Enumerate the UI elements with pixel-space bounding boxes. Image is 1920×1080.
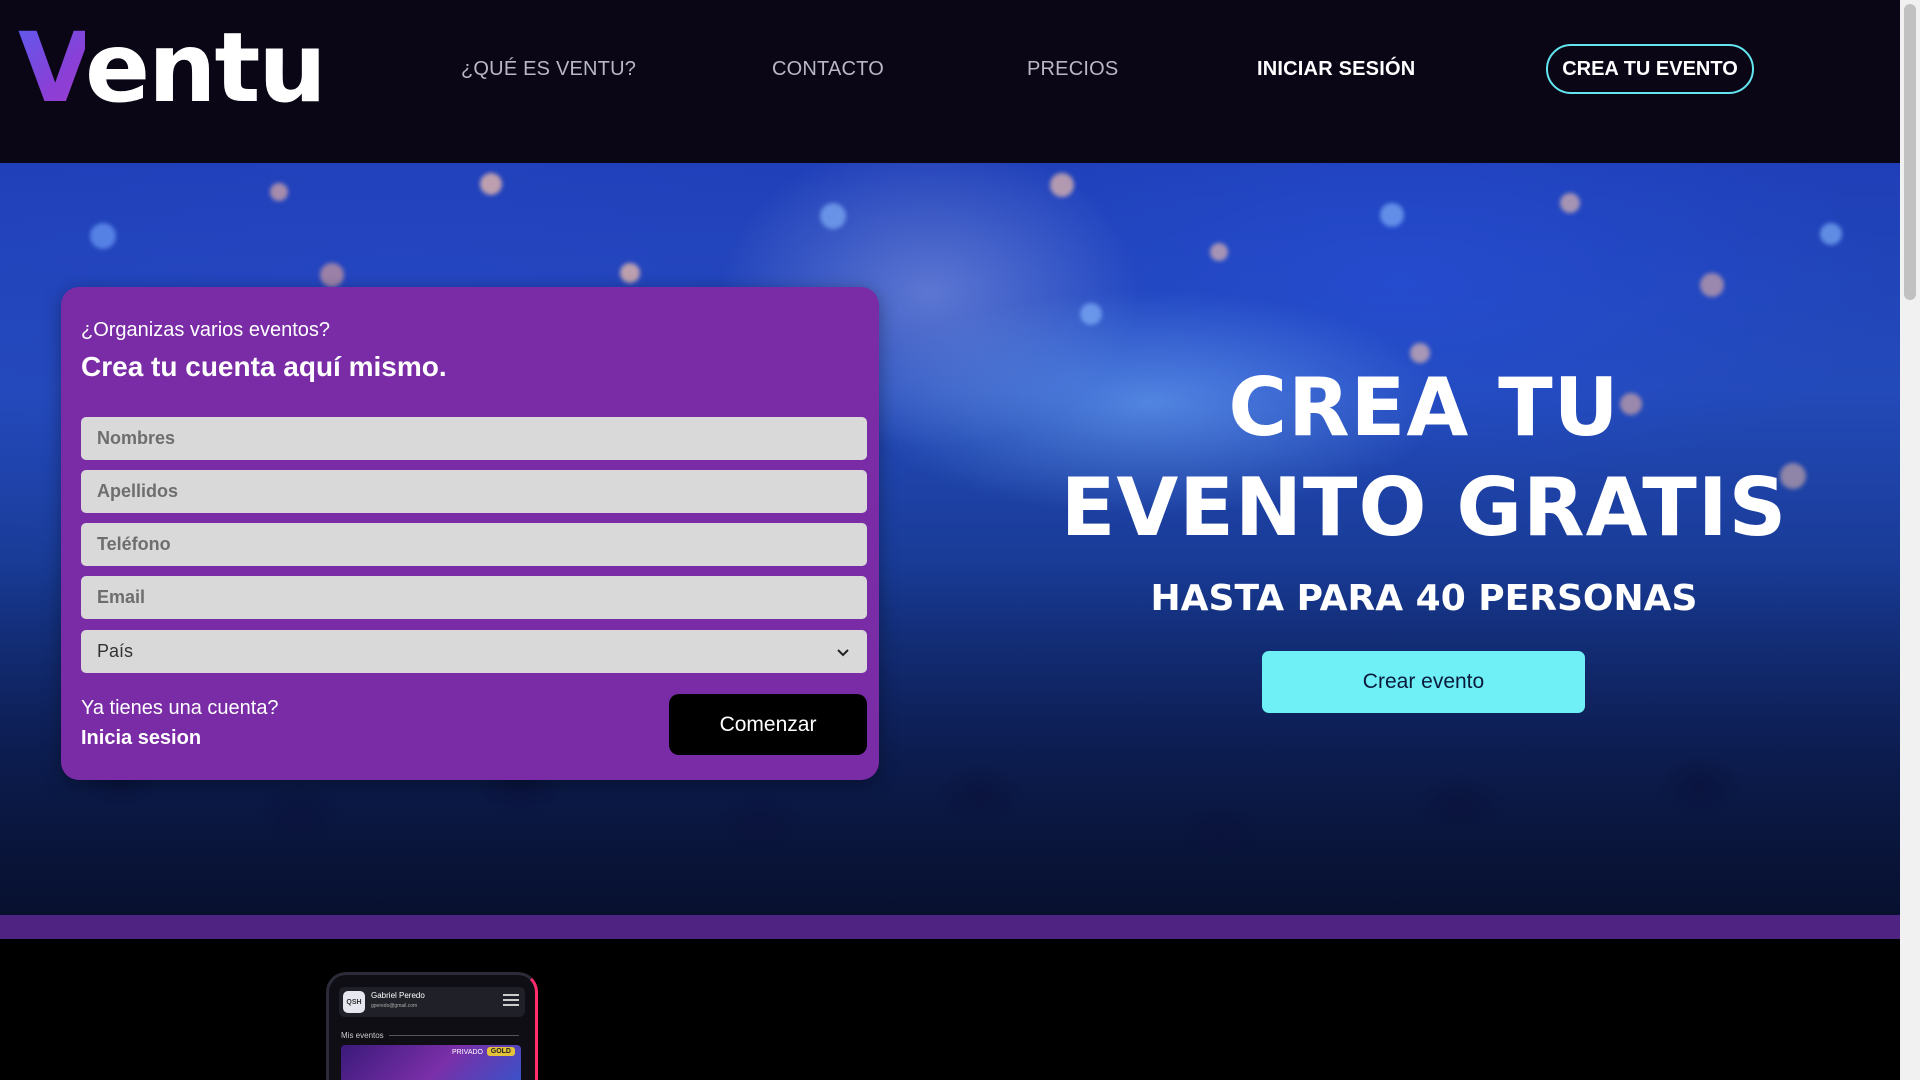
phone-event-image: PRIVADO GOLD <box>341 1045 521 1080</box>
country-select[interactable]: País <box>81 630 867 673</box>
phone-avatar: QSH <box>343 991 365 1013</box>
ventu-logo[interactable]: Ventu <box>18 18 327 118</box>
create-event-header-button[interactable]: CREA TU EVENTO <box>1546 44 1754 94</box>
email-field[interactable]: Email <box>81 576 867 619</box>
hero-title: CREA TU EVENTO GRATIS <box>1000 358 1848 558</box>
last-name-field[interactable]: Apellidos <box>81 470 867 513</box>
phone-app-header: QSH Gabriel Peredo gperedo@gmail.com <box>339 987 525 1017</box>
scrollbar-thumb[interactable] <box>1904 4 1916 300</box>
signup-question: ¿Organizas varios eventos? <box>81 319 331 341</box>
first-name-field[interactable]: Nombres <box>81 417 867 460</box>
hero-subtitle: HASTA PARA 40 PERSONAS <box>1150 578 1698 619</box>
page: Ventu ¿QUÉ ES VENTU? CONTACTO PRECIOS IN… <box>0 0 1900 1080</box>
phone-field[interactable]: Teléfono <box>81 523 867 566</box>
phone-section-label: Mis eventos <box>341 1031 384 1040</box>
signup-heading: Crea tu cuenta aquí mismo. <box>81 351 447 382</box>
phone-gold-badge: GOLD <box>486 1047 515 1056</box>
logo-text: entu <box>85 12 327 124</box>
nav-contact[interactable]: CONTACTO <box>772 58 884 81</box>
phone-private-tag: PRIVADO <box>452 1049 483 1056</box>
nav-what-is-ventu[interactable]: ¿QUÉ ES VENTU? <box>461 58 636 81</box>
hamburger-menu-icon <box>503 994 519 1006</box>
phone-user-email: gperedo@gmail.com <box>371 1003 418 1009</box>
start-button[interactable]: Comenzar <box>669 694 867 755</box>
phone-divider <box>389 1035 519 1036</box>
signup-card: ¿Organizas varios eventos? Crea tu cuent… <box>61 287 879 780</box>
create-event-button[interactable]: Crear evento <box>1262 651 1585 713</box>
logo-v: V <box>18 12 87 124</box>
phone-user-name: Gabriel Peredo <box>371 991 425 1000</box>
hero-title-line-2: EVENTO GRATIS <box>1060 461 1788 554</box>
site-header: Ventu ¿QUÉ ES VENTU? CONTACTO PRECIOS IN… <box>0 0 1900 163</box>
nav-pricing[interactable]: PRECIOS <box>1027 58 1118 81</box>
section-divider-band <box>0 915 1900 939</box>
hero-title-line-1: CREA TU <box>1228 361 1620 454</box>
page-scrollbar[interactable] <box>1900 0 1920 1080</box>
chevron-down-icon <box>837 648 849 656</box>
phone-mockup: QSH Gabriel Peredo gperedo@gmail.com Mis… <box>326 972 538 1080</box>
login-link[interactable]: Inicia sesion <box>81 727 201 750</box>
have-account-text: Ya tienes una cuenta? <box>81 697 279 719</box>
country-select-value: País <box>97 641 134 661</box>
nav-login[interactable]: INICIAR SESIÓN <box>1257 58 1415 81</box>
